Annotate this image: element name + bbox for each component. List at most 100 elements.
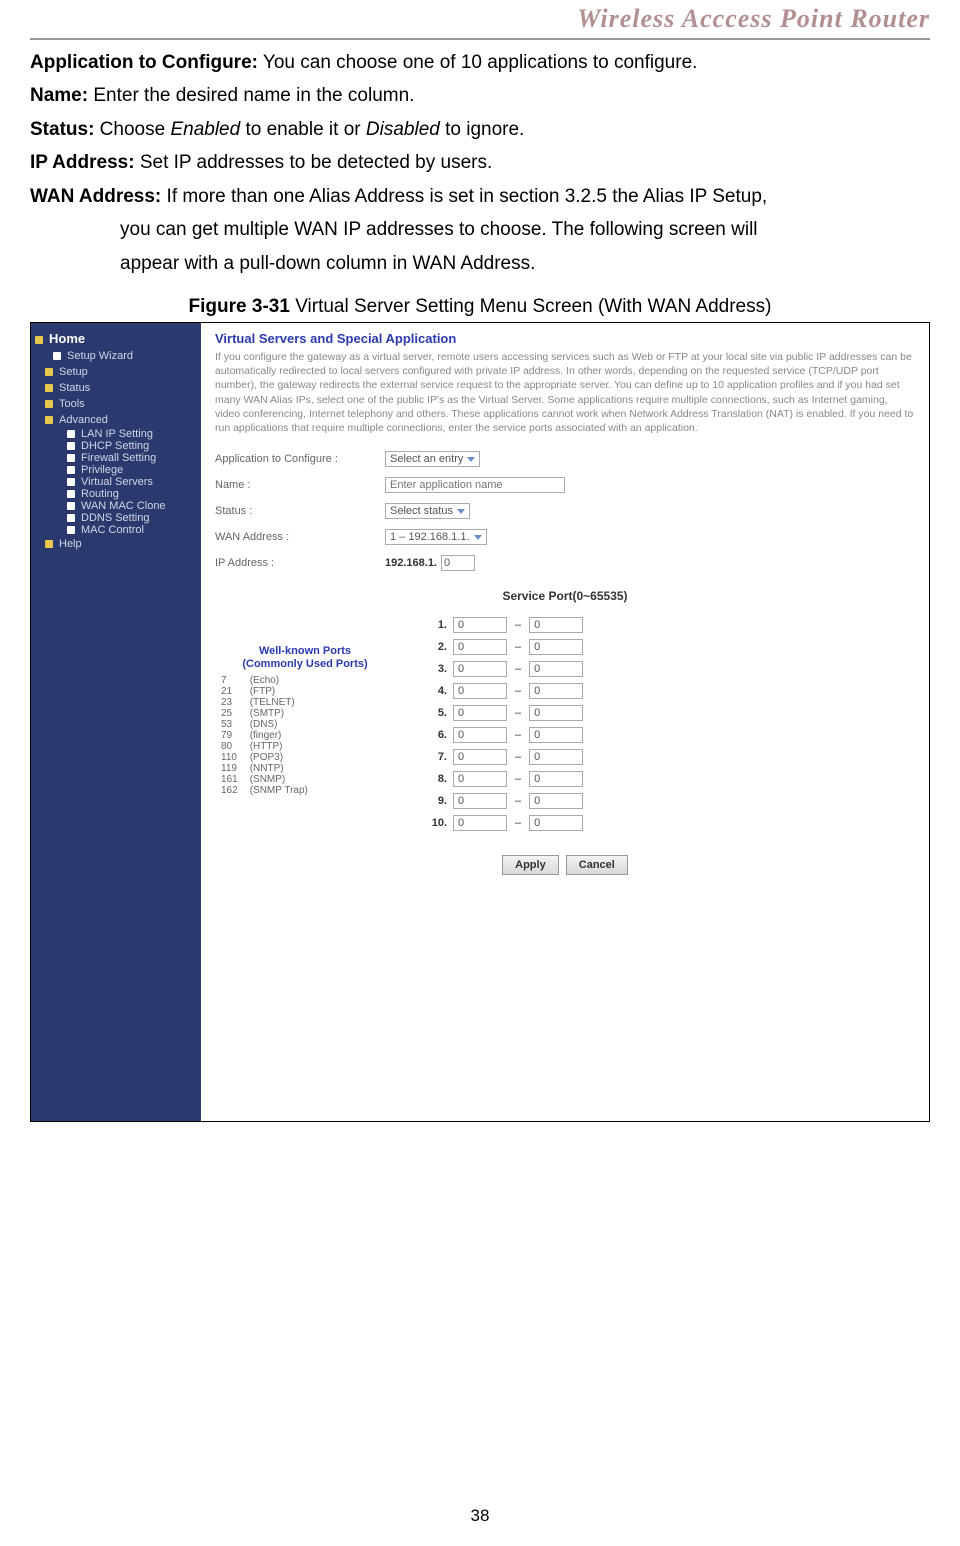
nav-virtual-servers[interactable]: Virtual Servers <box>35 476 197 488</box>
port-index: 4. <box>425 685 447 697</box>
port-to-input[interactable] <box>529 639 583 655</box>
well-known-ports: Well-known Ports (Commonly Used Ports) 7… <box>215 645 395 796</box>
wk-row: 162(SNMP Trap) <box>215 785 314 796</box>
nav-help[interactable]: Help <box>35 536 197 552</box>
nav-setup[interactable]: Setup <box>35 364 197 380</box>
field-wan-label: WAN Address : <box>215 531 385 543</box>
wk-port: 79 <box>215 730 244 741</box>
wk-title2: (Commonly Used Ports) <box>215 658 395 671</box>
field-ip-label: IP Address : <box>215 557 385 569</box>
port-to-input[interactable] <box>529 771 583 787</box>
page-icon <box>67 442 75 450</box>
nav-label: DDNS Setting <box>81 512 149 524</box>
wk-name: (POP3) <box>244 752 314 763</box>
port-row: 1.– <box>425 617 915 633</box>
nav-advanced[interactable]: Advanced <box>35 412 197 428</box>
port-from-input[interactable] <box>453 617 507 633</box>
nav-label: Setup <box>59 366 88 378</box>
dash: – <box>513 641 523 653</box>
app-config-label: Application to Configure: <box>30 52 258 73</box>
port-from-input[interactable] <box>453 683 507 699</box>
port-from-input[interactable] <box>453 749 507 765</box>
nav-label: Privilege <box>81 464 123 476</box>
port-from-input[interactable] <box>453 793 507 809</box>
status-disabled: Disabled <box>366 119 440 140</box>
nav-routing[interactable]: Routing <box>35 488 197 500</box>
nav-mac-control[interactable]: MAC Control <box>35 524 197 536</box>
port-to-input[interactable] <box>529 793 583 809</box>
port-row: 4.– <box>425 683 915 699</box>
port-to-input[interactable] <box>529 617 583 633</box>
figure-caption: Figure 3-31 Virtual Server Setting Menu … <box>30 296 930 318</box>
nav-label: Setup Wizard <box>67 350 133 362</box>
nav-status[interactable]: Status <box>35 380 197 396</box>
port-from-input[interactable] <box>453 705 507 721</box>
wk-name: (finger) <box>244 730 314 741</box>
port-row: 3. – <box>425 661 915 677</box>
field-app-label: Application to Configure : <box>215 453 385 465</box>
port-from-input[interactable] <box>453 771 507 787</box>
nav-wan-mac-clone[interactable]: WAN MAC Clone <box>35 500 197 512</box>
name-input[interactable] <box>385 477 565 493</box>
wk-name: (SMTP) <box>244 708 314 719</box>
ip-last-octet-input[interactable] <box>441 555 475 571</box>
nav-tools[interactable]: Tools <box>35 396 197 412</box>
page-icon <box>67 490 75 498</box>
page-icon <box>67 430 75 438</box>
dash: – <box>513 817 523 829</box>
port-row: 9. – <box>425 793 915 809</box>
port-index: 9. <box>425 795 447 807</box>
page-number: 38 <box>0 1506 960 1526</box>
nav-home[interactable]: Home <box>35 329 197 348</box>
nav-label: Help <box>59 538 82 550</box>
figure-title: Virtual Server Setting Menu Screen (With… <box>290 296 772 317</box>
port-from-input[interactable] <box>453 727 507 743</box>
dash: – <box>513 663 523 675</box>
wk-title1: Well-known Ports <box>215 645 395 658</box>
port-row: 8.– <box>425 771 915 787</box>
nav-dhcp[interactable]: DHCP Setting <box>35 440 197 452</box>
wk-name: (Echo) <box>244 675 314 686</box>
nav-label: Tools <box>59 398 85 410</box>
dash: – <box>513 795 523 807</box>
port-index: 1. <box>425 619 447 631</box>
port-from-input[interactable] <box>453 815 507 831</box>
wan-label: WAN Address: <box>30 186 161 207</box>
port-to-input[interactable] <box>529 661 583 677</box>
folder-icon <box>35 336 43 344</box>
status-select[interactable]: Select status <box>385 503 470 519</box>
wan-select[interactable]: 1 – 192.168.1.1. <box>385 529 487 545</box>
nav-privilege[interactable]: Privilege <box>35 464 197 476</box>
page-icon <box>67 454 75 462</box>
port-to-input[interactable] <box>529 815 583 831</box>
folder-icon <box>45 368 53 376</box>
port-index: 8. <box>425 773 447 785</box>
port-index: 7. <box>425 751 447 763</box>
port-index: 3. <box>425 663 447 675</box>
nav-firewall[interactable]: Firewall Setting <box>35 452 197 464</box>
wk-row: 80(HTTP) <box>215 741 314 752</box>
wk-row: 7(Echo) <box>215 675 314 686</box>
port-to-input[interactable] <box>529 727 583 743</box>
page-icon <box>67 466 75 474</box>
port-from-input[interactable] <box>453 661 507 677</box>
nav-label: DHCP Setting <box>81 440 149 452</box>
port-to-input[interactable] <box>529 705 583 721</box>
port-to-input[interactable] <box>529 683 583 699</box>
page-icon <box>53 352 61 360</box>
port-index: 6. <box>425 729 447 741</box>
port-from-input[interactable] <box>453 639 507 655</box>
wk-row: 110(POP3) <box>215 752 314 763</box>
nav-lan-ip[interactable]: LAN IP Setting <box>35 428 197 440</box>
nav-ddns[interactable]: DDNS Setting <box>35 512 197 524</box>
app-select[interactable]: Select an entry <box>385 451 480 467</box>
port-row: 7.– <box>425 749 915 765</box>
folder-icon <box>45 400 53 408</box>
nav-setup-wizard[interactable]: Setup Wizard <box>35 348 197 364</box>
wk-port: 21 <box>215 686 244 697</box>
cancel-button[interactable]: Cancel <box>566 855 628 875</box>
status-text-b: to enable it or <box>240 119 366 140</box>
figure-number: Figure 3-31 <box>189 296 290 317</box>
apply-button[interactable]: Apply <box>502 855 559 875</box>
port-to-input[interactable] <box>529 749 583 765</box>
